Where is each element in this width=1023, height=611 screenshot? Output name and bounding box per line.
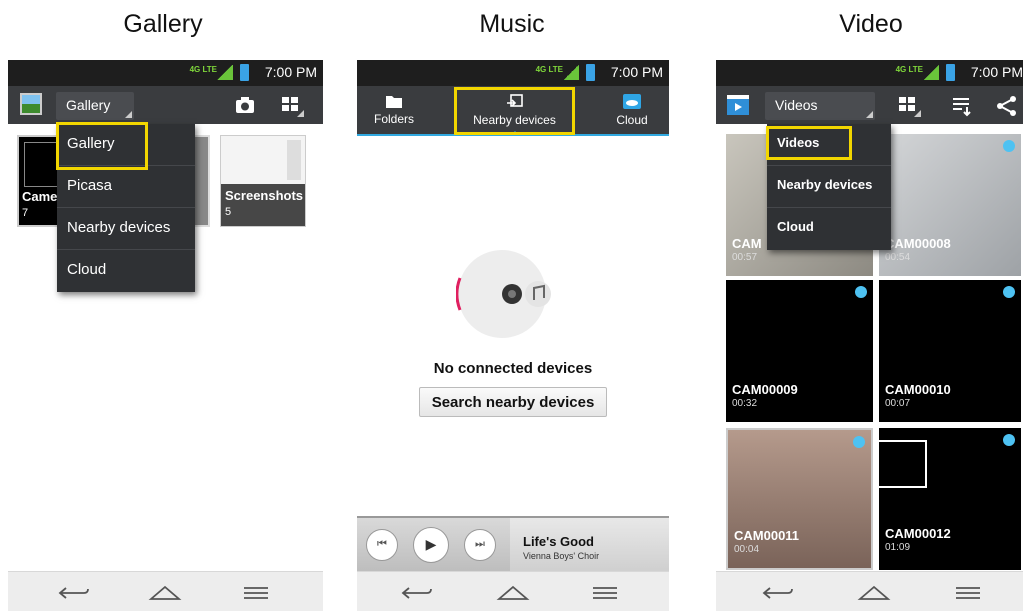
- status-time: 7:00 PM: [264, 64, 317, 80]
- home-icon[interactable]: [854, 582, 894, 604]
- menu-item-nearby-devices[interactable]: Nearby devices: [767, 166, 891, 208]
- action-bar: Gallery: [8, 86, 323, 124]
- video-heading: Video: [839, 10, 903, 38]
- tab-label: Folders: [373, 112, 414, 126]
- music-heading: Music: [479, 10, 545, 38]
- grid-view-icon[interactable]: [280, 95, 304, 117]
- back-arrow-icon[interactable]: [758, 582, 798, 604]
- status-bar: 4G LTE 7:00 PM: [8, 60, 323, 86]
- no-devices-disc-icon: [456, 250, 551, 338]
- music-screen: 4G LTE 7:00 PM Folders Nearby devices Cl…: [357, 60, 669, 611]
- gallery-screen: 4G LTE 7:00 PM Gallery Came 7 Screenshot…: [8, 60, 323, 611]
- new-indicator-dot: [1003, 140, 1015, 152]
- status-bar: 4G LTE 7:00 PM: [716, 60, 1023, 86]
- status-time: 7:00 PM: [610, 64, 663, 80]
- gallery-spinner[interactable]: Gallery: [56, 92, 134, 120]
- track-title: Life's Good: [523, 534, 594, 549]
- previous-track-button[interactable]: ⏮: [366, 529, 398, 561]
- new-indicator-dot: [855, 286, 867, 298]
- new-indicator-dot: [1003, 286, 1015, 298]
- signal-icon: [923, 65, 939, 80]
- album-name: Came: [22, 189, 58, 204]
- menu-item-picasa[interactable]: Picasa: [57, 166, 195, 208]
- camera-icon[interactable]: [235, 96, 255, 114]
- mini-player: ⏮ ▶ ⏭ Life's Good Vienna Boys' Choir: [357, 516, 669, 572]
- video-duration: 00:07: [885, 398, 911, 409]
- video-duration: 00:57: [732, 252, 758, 263]
- home-icon[interactable]: [493, 582, 533, 604]
- signal-icon: [217, 65, 233, 80]
- video-spinner[interactable]: Videos: [765, 92, 875, 120]
- video-tile[interactable]: CAM00012 01:09: [879, 428, 1021, 570]
- tab-label: Cloud: [616, 113, 648, 127]
- battery-icon: [946, 64, 955, 81]
- video-name: CAM00008: [885, 236, 951, 251]
- video-app-icon[interactable]: [726, 94, 750, 116]
- video-name: CAM00011: [734, 528, 800, 543]
- status-time: 7:00 PM: [970, 64, 1023, 80]
- menu-lines-icon[interactable]: [236, 582, 276, 604]
- next-track-button[interactable]: ⏭: [464, 529, 496, 561]
- signal-icon: [563, 65, 579, 80]
- spinner-label: Videos: [775, 97, 818, 113]
- video-name: CAM00010: [885, 382, 951, 397]
- action-bar: Videos: [716, 86, 1023, 124]
- new-indicator-dot: [1003, 434, 1015, 446]
- sort-icon[interactable]: [951, 95, 975, 117]
- play-button[interactable]: ▶: [413, 527, 449, 563]
- lte-indicator: 4G LTE: [535, 65, 563, 74]
- battery-icon: [240, 64, 249, 81]
- video-tile[interactable]: CAM00008 00:54: [879, 134, 1021, 276]
- video-name: CAM00009: [732, 382, 798, 397]
- video-tile[interactable]: CAM00009 00:32: [726, 280, 873, 422]
- share-icon[interactable]: [996, 95, 1018, 117]
- video-screen: 4G LTE 7:00 PM Videos CAM 00:57 CAM00008…: [716, 60, 1023, 611]
- menu-item-cloud[interactable]: Cloud: [57, 250, 195, 292]
- spinner-label: Gallery: [66, 97, 111, 113]
- tab-cloud[interactable]: Cloud: [595, 86, 669, 134]
- video-duration: 01:09: [885, 542, 911, 553]
- video-duration: 00:04: [734, 544, 760, 555]
- system-nav-bar: [8, 571, 323, 611]
- video-duration: 00:54: [885, 252, 911, 263]
- search-nearby-devices-button[interactable]: Search nearby devices: [419, 387, 607, 417]
- home-icon[interactable]: [145, 582, 185, 604]
- lte-indicator: 4G LTE: [189, 65, 217, 74]
- gallery-app-icon[interactable]: [20, 93, 42, 115]
- album-screenshots[interactable]: Screenshots 5: [220, 135, 306, 227]
- menu-item-nearby-devices[interactable]: Nearby devices: [57, 208, 195, 250]
- gallery-heading: Gallery: [123, 10, 203, 38]
- cloud-icon: [623, 94, 641, 109]
- video-tile[interactable]: CAM00011 00:04: [726, 428, 873, 570]
- system-nav-bar: [357, 571, 669, 611]
- highlight-box: [56, 122, 148, 170]
- album-name: Screenshots: [225, 188, 304, 203]
- album-count: 7: [22, 207, 29, 219]
- highlight-box: [454, 87, 575, 135]
- status-bar: 4G LTE 7:00 PM: [357, 60, 669, 86]
- video-duration: 00:32: [732, 398, 758, 409]
- track-artist: Vienna Boys' Choir: [523, 551, 600, 561]
- album-count: 5: [225, 206, 232, 218]
- menu-item-cloud[interactable]: Cloud: [767, 208, 891, 250]
- lte-indicator: 4G LTE: [895, 65, 923, 74]
- folder-icon: [386, 96, 402, 108]
- grid-view-icon[interactable]: [897, 95, 921, 117]
- back-arrow-icon[interactable]: [54, 582, 94, 604]
- back-arrow-icon[interactable]: [397, 582, 437, 604]
- system-nav-bar: [716, 571, 1023, 611]
- empty-state-text: No connected devices: [433, 360, 593, 377]
- menu-lines-icon[interactable]: [948, 582, 988, 604]
- battery-icon: [586, 64, 595, 81]
- tab-folders[interactable]: Folders: [357, 86, 431, 134]
- video-name: CAM00012: [885, 526, 951, 541]
- video-tile[interactable]: CAM00010 00:07: [879, 280, 1021, 422]
- highlight-box: [766, 126, 852, 160]
- new-indicator-dot: [853, 436, 865, 448]
- video-name: CAM: [732, 236, 762, 251]
- menu-lines-icon[interactable]: [585, 582, 625, 604]
